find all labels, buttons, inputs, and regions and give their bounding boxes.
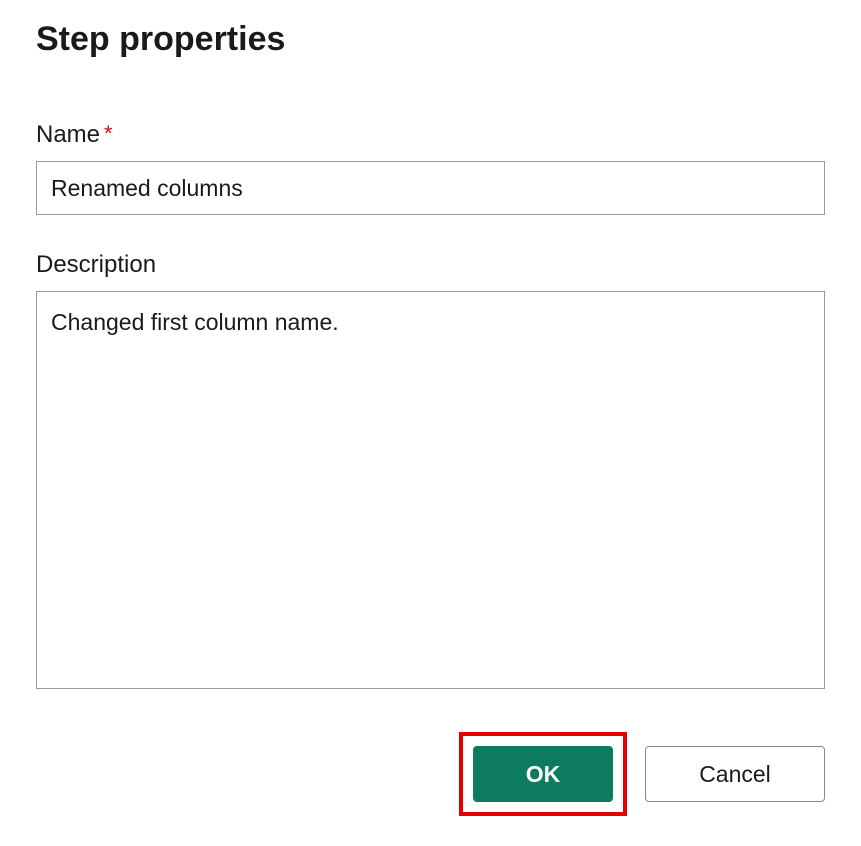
description-field-group: Description — [36, 251, 825, 694]
button-row: OK Cancel — [36, 732, 825, 816]
cancel-button[interactable]: Cancel — [645, 746, 825, 802]
name-label: Name* — [36, 129, 113, 146]
required-star-icon: * — [104, 121, 113, 146]
name-label-text: Name — [36, 121, 100, 149]
name-input[interactable] — [36, 161, 825, 215]
ok-button[interactable]: OK — [473, 746, 613, 802]
dialog-title: Step properties — [36, 20, 825, 59]
description-textarea[interactable] — [36, 291, 825, 689]
name-field-group: Name* — [36, 121, 825, 215]
description-label: Description — [36, 251, 156, 279]
ok-highlight-box: OK — [459, 732, 627, 816]
